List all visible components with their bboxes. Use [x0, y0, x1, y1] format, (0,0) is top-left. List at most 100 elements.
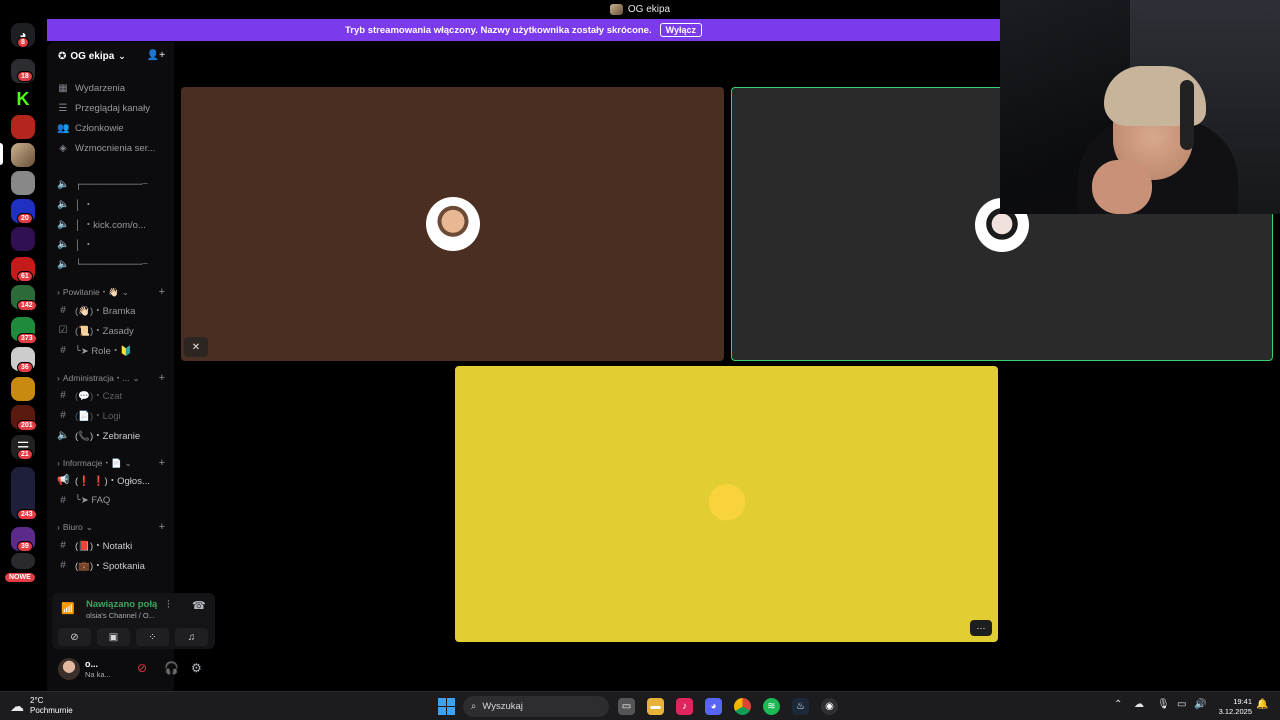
video-tile-user-3[interactable]: ···	[455, 366, 998, 642]
system-clock[interactable]: 19:41 3.12.2025	[1214, 697, 1252, 717]
rail-badge: 20	[17, 213, 33, 224]
user-status: Na ka...	[85, 670, 111, 679]
speaker-icon: 🔈	[57, 238, 70, 250]
voice-channel-name[interactable]: olsia's Channel / O...	[86, 611, 158, 620]
temperature: 2°C	[30, 696, 44, 705]
server-icon-og-ekipa[interactable]	[11, 143, 35, 167]
voice-channel[interactable]: 🔈 │ ・kick.com/o...	[57, 216, 169, 232]
server-icon-kick[interactable]: K	[11, 87, 35, 111]
server-guild-icon: ✪	[58, 50, 67, 62]
server-icon-10[interactable]	[11, 377, 35, 401]
nav-boosts[interactable]: ◈ Wzmocnienia ser...	[57, 140, 169, 156]
disable-streamer-mode-button[interactable]: Wyłącz	[659, 23, 702, 37]
video-tile-user-1[interactable]	[181, 87, 724, 361]
text-channel-logi[interactable]: # (📄)・Logi	[57, 407, 169, 423]
obs-icon[interactable]: ◉	[821, 698, 838, 715]
share-screen-button[interactable]: ▣	[97, 628, 130, 646]
noise-suppression-icon[interactable]: ⫶	[167, 599, 170, 612]
user-avatar[interactable]	[58, 658, 80, 680]
steam-icon[interactable]: ♨	[792, 698, 809, 715]
chevron-down-icon: ⌄	[118, 50, 126, 61]
invite-people-icon[interactable]: 👤+	[147, 50, 165, 61]
headphones-icon[interactable]: 🎧	[164, 661, 179, 675]
server-header[interactable]: ✪ OG ekipa ⌄ 👤+	[47, 42, 174, 70]
volume-icon[interactable]: 🔊	[1194, 699, 1206, 710]
rail-badge: 243	[17, 509, 37, 520]
tray-chevron-up-icon[interactable]: ⌃	[1114, 699, 1122, 710]
text-channel-role[interactable]: # ╰➤ Role・🔰	[57, 342, 169, 358]
date: 3.12.2025	[1218, 707, 1252, 716]
voice-channel[interactable]: 🔈 └─────────┈	[57, 256, 169, 272]
speaker-icon: 🔈	[57, 198, 70, 210]
chevron-right-icon: ›	[57, 287, 60, 297]
notification-bell-icon[interactable]: 🔔	[1256, 699, 1268, 710]
discord-icon[interactable]: ◕	[705, 698, 722, 715]
add-channel-icon[interactable]: +	[159, 372, 165, 384]
boost-icon: ◈	[59, 142, 67, 154]
text-channel-faq[interactable]: # ╰➤ FAQ	[57, 492, 169, 508]
voice-channel[interactable]: 🔈 │ ・	[57, 236, 169, 252]
server-icon	[609, 4, 623, 15]
chrome-icon[interactable]	[734, 698, 751, 715]
tiktok-icon[interactable]: ♪	[676, 698, 693, 715]
category-informacje[interactable]: › Informacje・📄 ⌄ +	[57, 456, 165, 470]
windows-start-icon[interactable]	[438, 698, 455, 715]
hash-icon: #	[60, 494, 66, 506]
category-biuro[interactable]: › Biuro ⌄ +	[57, 520, 165, 534]
spotify-icon[interactable]: ≋	[763, 698, 780, 715]
add-channel-icon[interactable]: +	[159, 286, 165, 298]
settings-gear-icon[interactable]: ⚙	[191, 661, 202, 675]
hash-icon: #	[60, 409, 66, 421]
server-icon-5[interactable]	[11, 227, 35, 251]
activities-button[interactable]: ⁘	[136, 628, 169, 646]
chevron-down-icon: ⌄	[121, 286, 129, 297]
nav-browse-channels[interactable]: ☰ Przeglądaj kanały	[57, 100, 169, 116]
screen: OG ekipa ◕ 8 18 K 20 61 142 373 36 201 ☰…	[0, 0, 1280, 720]
disconnect-icon[interactable]: ☎	[192, 599, 206, 612]
rail-badge: 61	[17, 271, 33, 282]
list-icon: ☰	[58, 102, 68, 114]
text-channel-spotkania[interactable]: # (💼)・Spotkania	[57, 557, 169, 573]
server-icon-3[interactable]	[11, 171, 35, 195]
rules-icon: ☑	[58, 324, 68, 336]
task-view-icon[interactable]: ▭	[618, 698, 635, 715]
streamer-mode-banner: Tryb streamowania włączony. Nazwy użytko…	[47, 19, 1000, 41]
rail-badge: 36	[17, 362, 33, 373]
nav-events[interactable]: ▦ Wydarzenia	[57, 80, 169, 96]
text-channel-notatki[interactable]: # (📕)・Notatki	[57, 537, 169, 553]
soundboard-button[interactable]: ♫	[175, 628, 208, 646]
add-channel-icon[interactable]: +	[159, 457, 165, 469]
camera-off-button[interactable]: ⊘	[58, 628, 91, 646]
more-options-button[interactable]: ···	[970, 620, 992, 636]
taskbar-search[interactable]: ⌕ Wyszukaj	[463, 696, 609, 717]
voice-connection-panel: 📶 Nawiązano połą olsia's Channel / O... …	[52, 593, 215, 649]
text-channel-zasady[interactable]: ☑ (📜)・Zasady	[57, 322, 169, 338]
category-powitanie[interactable]: › Powitanie・👋🏻 ⌄ +	[57, 285, 165, 299]
network-icon[interactable]: ▭	[1177, 699, 1186, 710]
text-channel-czat[interactable]: # (💬)・Czat	[57, 387, 169, 403]
rail-badge: 18	[17, 71, 33, 82]
voice-channel[interactable]: 🔈 ┌─────────┈	[57, 176, 169, 192]
voice-channel[interactable]: 🔈 │ ・	[57, 196, 169, 212]
mic-muted-icon[interactable]: ⊘	[137, 661, 147, 675]
text-channel-bramka[interactable]: # (👋🏻)・Bramka	[57, 302, 169, 318]
file-explorer-icon[interactable]: ▬	[647, 698, 664, 715]
user-panel: o... Na ka... ⊘ 🎧 ⚙	[52, 654, 215, 684]
hash-icon: #	[60, 304, 66, 316]
announcement-channel-ogloszenia[interactable]: 📢 (❗ ❗)・Ogłos...	[57, 472, 169, 488]
category-administracja[interactable]: › Administracja・... ⌄ +	[57, 371, 165, 385]
microphone-icon[interactable]: 🎙	[1157, 699, 1170, 710]
onedrive-icon[interactable]: ☁	[1134, 699, 1144, 710]
add-channel-icon[interactable]: +	[159, 521, 165, 533]
weather-widget[interactable]: ☁ 2°C Pochmurnie	[10, 696, 73, 716]
server-icon-2[interactable]	[11, 115, 35, 139]
server-icon-14[interactable]	[11, 553, 35, 569]
voice-status[interactable]: Nawiązano połą	[86, 599, 158, 610]
nav-members[interactable]: 👥 Członkowie	[57, 120, 169, 136]
weather-condition: Pochmurnie	[30, 706, 73, 715]
search-placeholder: Wyszukaj	[482, 701, 523, 712]
signal-icon: 📶	[61, 603, 75, 615]
voice-channel-zebranie[interactable]: 🔈 (📞)・Zebranie	[57, 427, 169, 443]
rail-badge: 373	[17, 333, 37, 344]
username[interactable]: o...	[85, 659, 98, 669]
